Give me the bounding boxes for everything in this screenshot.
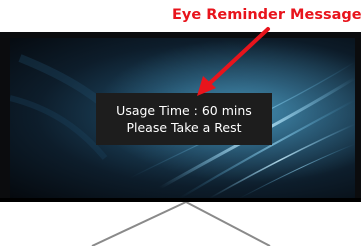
illustration: Eye Reminder Message Usage Time: 60 min… [0,0,361,246]
take-rest-text: Please Take a Rest [126,120,242,135]
callout-label: Eye Reminder Message [172,7,361,23]
usage-time-text: Usage Time : 60 mins [116,103,252,118]
monitor-bottom-bezel [0,198,361,202]
eye-reminder-message: Usage Time : 60 mins Please Take a Rest [96,93,272,145]
